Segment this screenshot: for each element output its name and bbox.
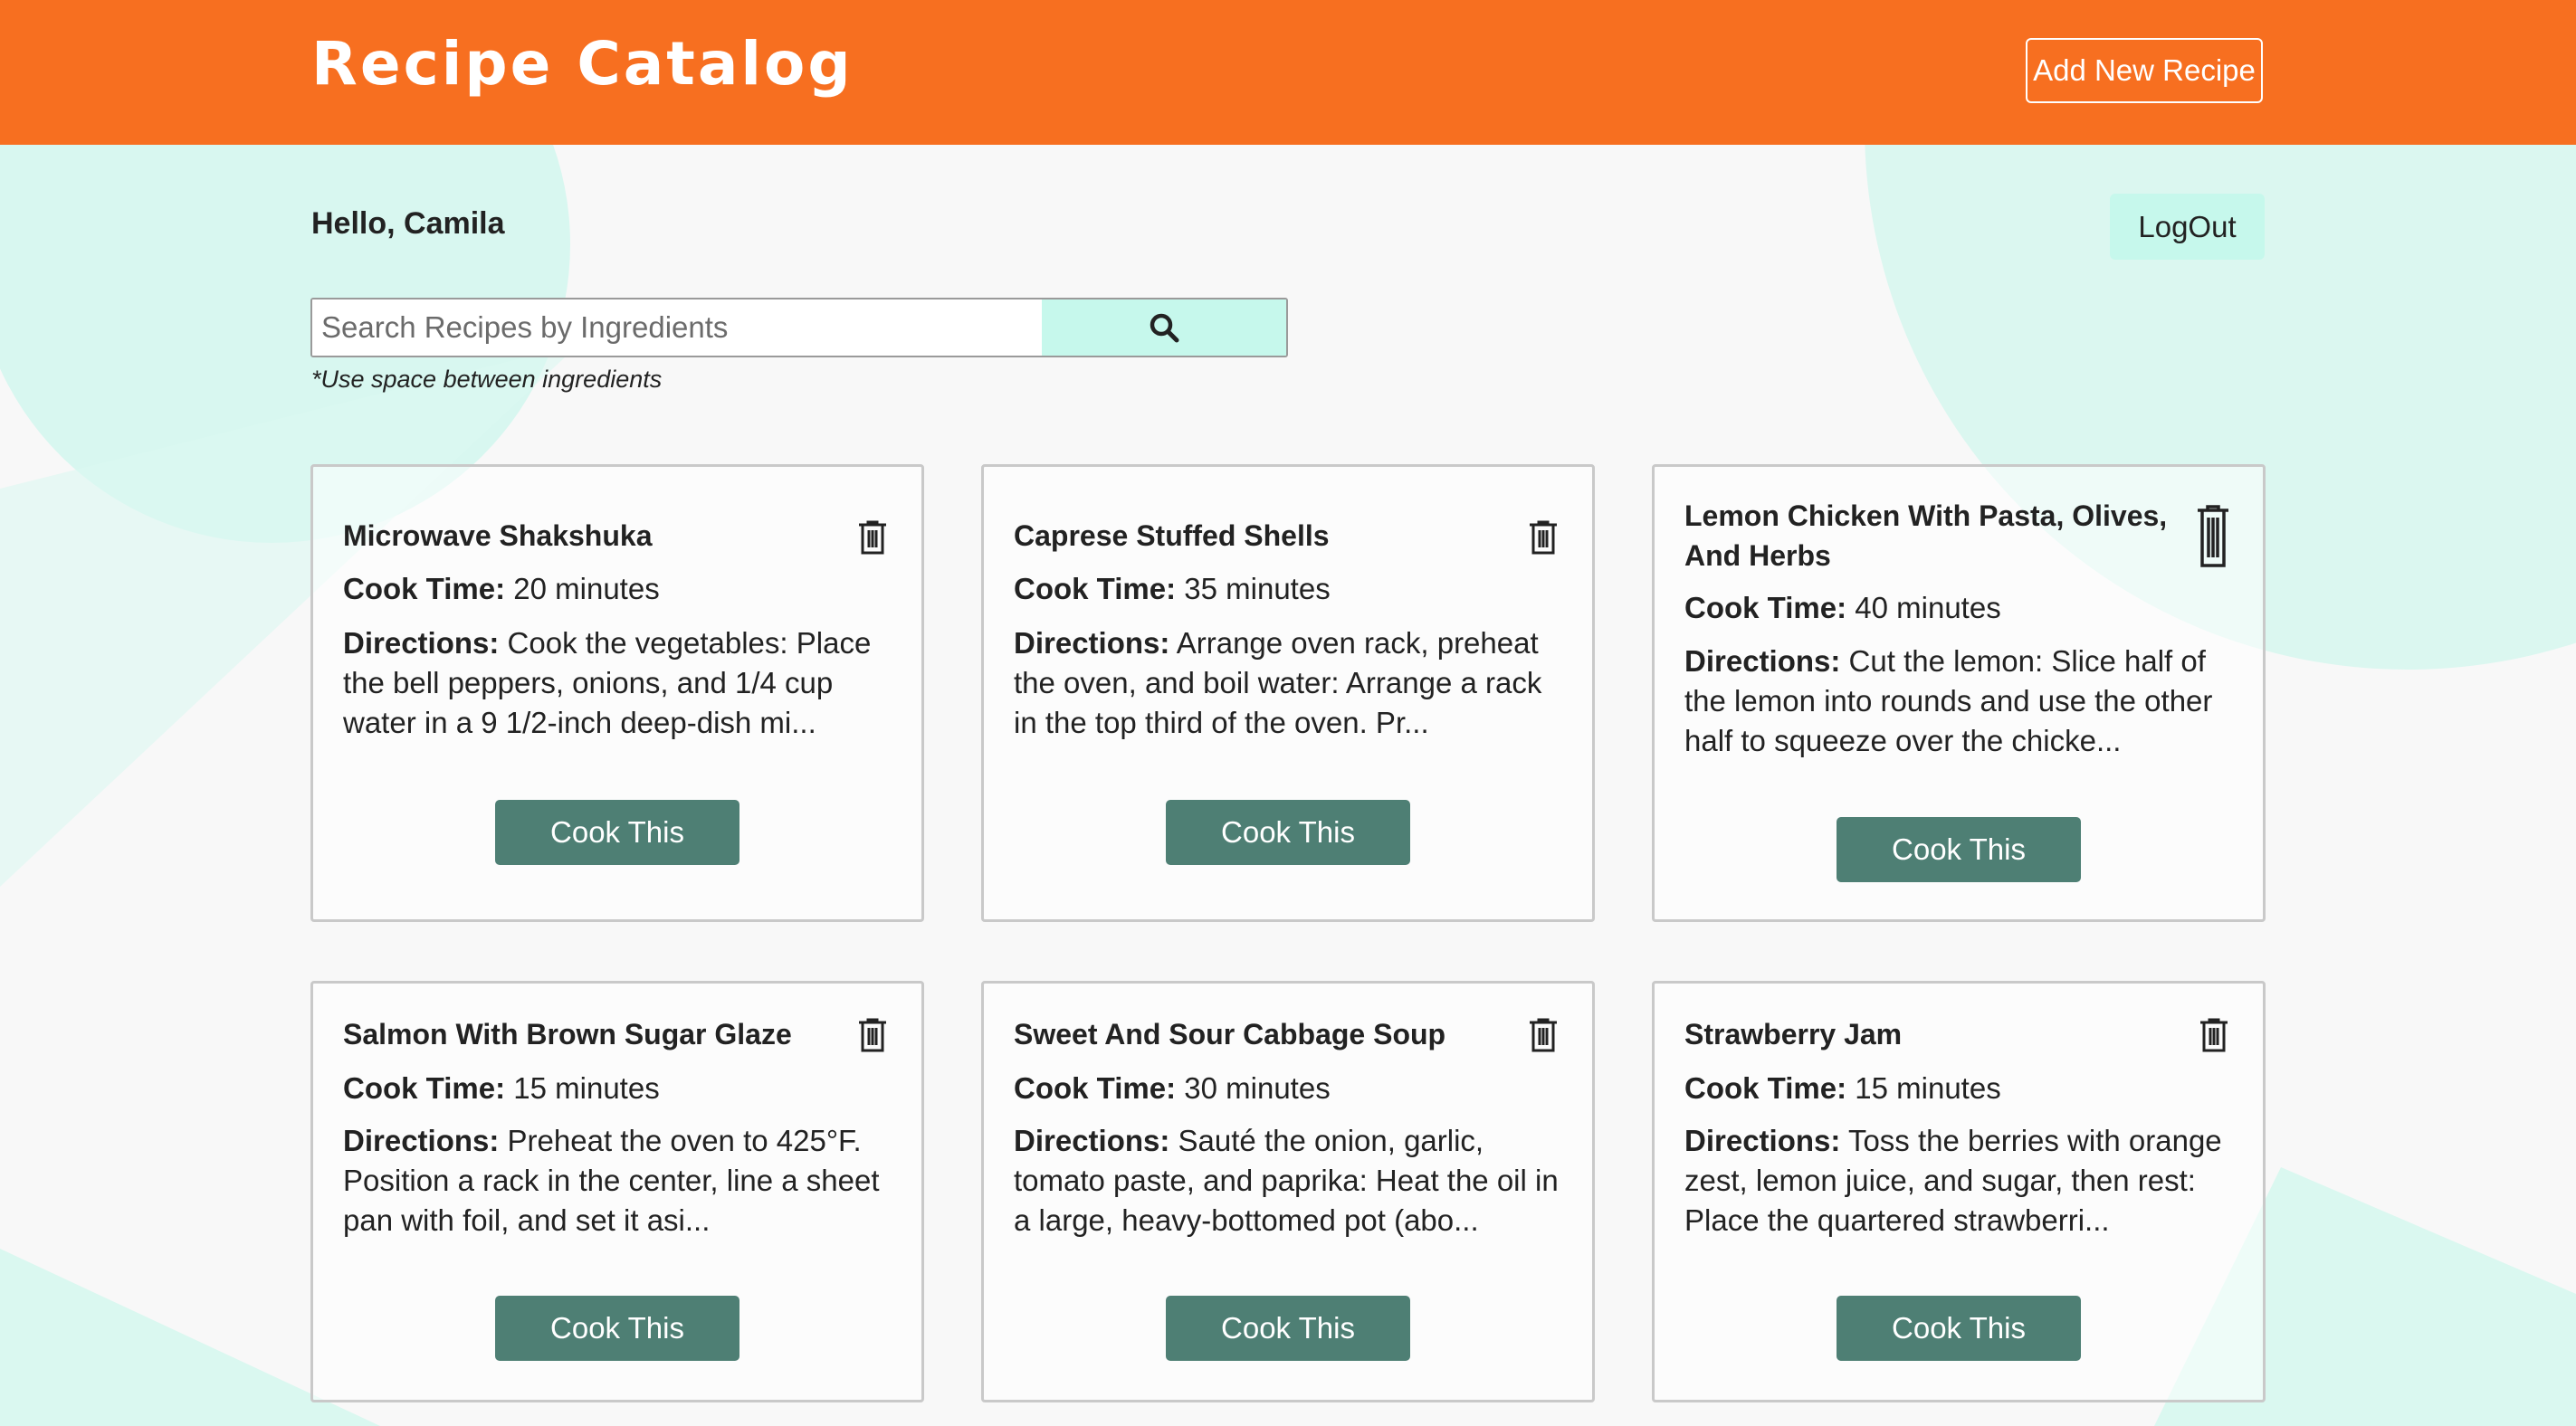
cook-time: Cook Time: 35 minutes — [1014, 572, 1331, 605]
directions: Directions: Sauté the onion, garlic, tom… — [1014, 1124, 1559, 1237]
recipe-title: Caprese Stuffed Shells — [1014, 519, 1330, 552]
recipe-title: Lemon Chicken With Pasta, Olives, And He… — [1684, 499, 2168, 572]
cook-this-button[interactable]: Cook This — [495, 800, 739, 865]
app-header: Recipe Catalog Add New Recipe — [0, 0, 2576, 145]
cook-time: Cook Time: 15 minutes — [1684, 1071, 2001, 1105]
trash-icon[interactable] — [857, 520, 888, 555]
recipe-card: Salmon With Brown Sugar Glaze Cook Time:… — [310, 981, 924, 1402]
app-title: Recipe Catalog — [311, 29, 854, 99]
add-new-recipe-button[interactable]: Add New Recipe — [2026, 38, 2263, 103]
cook-this-button[interactable]: Cook This — [1166, 1296, 1410, 1361]
directions: Directions: Cook the vegetables: Place t… — [343, 626, 872, 739]
cook-time: Cook Time: 15 minutes — [343, 1071, 660, 1105]
directions: Directions: Preheat the oven to 425°F. P… — [343, 1124, 880, 1237]
recipe-card: Microwave Shakshuka Cook Time: 20 minute… — [310, 464, 924, 922]
recipe-title: Salmon With Brown Sugar Glaze — [343, 1018, 792, 1050]
recipe-card: Lemon Chicken With Pasta, Olives, And He… — [1652, 464, 2266, 922]
search-bar — [310, 298, 1288, 357]
cook-this-button[interactable]: Cook This — [1166, 800, 1410, 865]
user-greeting: Hello, Camila — [311, 206, 505, 241]
trash-icon[interactable] — [857, 1018, 888, 1052]
trash-icon[interactable] — [2196, 505, 2230, 568]
cook-this-button[interactable]: Cook This — [1837, 817, 2081, 882]
recipe-title: Sweet And Sour Cabbage Soup — [1014, 1018, 1446, 1050]
search-input[interactable] — [312, 299, 1042, 356]
trash-icon[interactable] — [1528, 520, 1559, 555]
search-button[interactable] — [1042, 299, 1286, 356]
directions: Directions: Toss the berries with orange… — [1684, 1124, 2222, 1237]
directions: Directions: Cut the lemon: Slice half of… — [1684, 644, 2213, 757]
trash-icon[interactable] — [1528, 1018, 1559, 1052]
directions: Directions: Arrange oven rack, preheat t… — [1014, 626, 1542, 739]
search-icon — [1150, 313, 1179, 343]
recipe-title: Strawberry Jam — [1684, 1018, 1903, 1050]
cook-time: Cook Time: 30 minutes — [1014, 1071, 1331, 1105]
recipe-card: Strawberry Jam Cook Time: 15 minutes Dir… — [1652, 981, 2266, 1402]
recipe-card: Caprese Stuffed Shells Cook Time: 35 min… — [981, 464, 1595, 922]
logout-button[interactable]: LogOut — [2110, 194, 2265, 260]
recipe-card: Sweet And Sour Cabbage Soup Cook Time: 3… — [981, 981, 1595, 1402]
cook-time: Cook Time: 40 minutes — [1684, 591, 2001, 624]
search-hint: *Use space between ingredients — [311, 366, 663, 393]
cook-this-button[interactable]: Cook This — [495, 1296, 739, 1361]
trash-icon[interactable] — [2199, 1018, 2229, 1052]
cook-time: Cook Time: 20 minutes — [343, 572, 660, 605]
recipe-title: Microwave Shakshuka — [343, 519, 653, 552]
cook-this-button[interactable]: Cook This — [1837, 1296, 2081, 1361]
